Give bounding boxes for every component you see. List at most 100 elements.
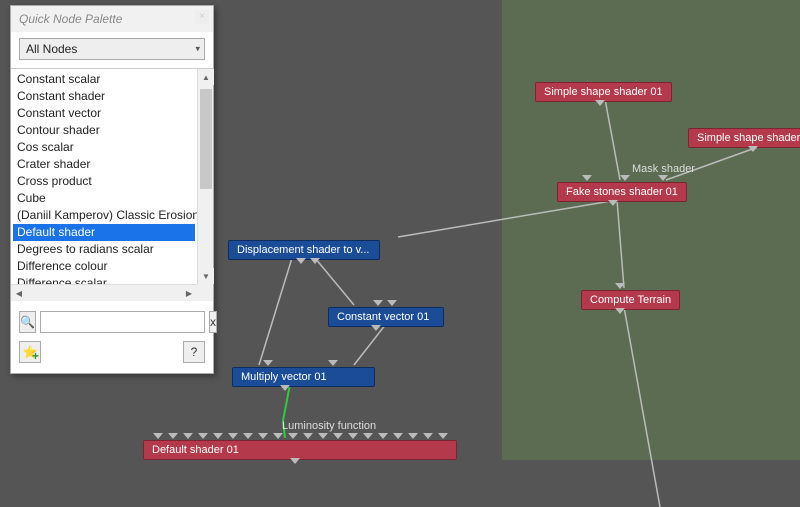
port-triangle-icon[interactable] — [310, 258, 320, 264]
list-item[interactable]: Constant shader — [13, 88, 195, 105]
palette-title: Quick Node Palette — [19, 12, 122, 26]
node-simple-shape-1[interactable]: Simple shape shader 01 — [535, 82, 672, 102]
port-triangle-icon[interactable] — [168, 433, 178, 439]
port-triangle-icon[interactable] — [333, 433, 343, 439]
port-triangle-icon[interactable] — [228, 433, 238, 439]
node-ports — [748, 146, 758, 152]
palette-footer: ⭐ + ? — [11, 337, 213, 373]
node-label: Simple shape shader — [697, 132, 800, 144]
port-triangle-icon[interactable] — [263, 360, 273, 366]
port-triangle-icon[interactable] — [582, 175, 592, 181]
list-item[interactable]: Crater shader — [13, 156, 195, 173]
port-triangle-icon[interactable] — [318, 433, 328, 439]
port-triangle-icon[interactable] — [620, 175, 630, 181]
node-ports — [615, 308, 625, 314]
list-item[interactable]: (Daniil Kamperov) Classic Erosion — [13, 207, 195, 224]
node-ports — [280, 385, 290, 391]
port-triangle-icon[interactable] — [393, 433, 403, 439]
port-triangle-icon[interactable] — [153, 433, 163, 439]
port-triangle-icon[interactable] — [243, 433, 253, 439]
port-triangle-icon[interactable] — [595, 100, 605, 106]
scroll-thumb[interactable] — [200, 89, 212, 189]
help-button[interactable]: ? — [183, 341, 205, 363]
clear-search-button[interactable]: x — [209, 311, 217, 333]
node-multiply-vector[interactable]: Multiply vector 01 — [232, 367, 375, 387]
search-input[interactable] — [40, 311, 205, 333]
port-triangle-icon[interactable] — [615, 283, 625, 289]
quick-node-palette: Quick Node Palette × All Nodes ▾ Constan… — [10, 5, 214, 374]
port-triangle-icon[interactable] — [408, 433, 418, 439]
port-triangle-icon[interactable] — [290, 458, 300, 464]
port-triangle-icon[interactable] — [296, 258, 306, 264]
list-item[interactable]: Constant scalar — [13, 71, 195, 88]
node-ports — [570, 175, 680, 181]
port-triangle-icon[interactable] — [183, 433, 193, 439]
port-triangle-icon[interactable] — [363, 433, 373, 439]
node-label: Simple shape shader 01 — [544, 86, 663, 98]
list-item[interactable]: Default shader — [13, 224, 195, 241]
port-triangle-icon[interactable] — [438, 433, 448, 439]
node-compute-terrain[interactable]: Compute Terrain — [581, 290, 680, 310]
palette-dropdown-row: All Nodes ▾ — [11, 32, 213, 68]
node-ports — [240, 360, 360, 366]
scroll-down-icon[interactable]: ▼ — [198, 268, 214, 284]
node-ports — [248, 258, 368, 264]
port-triangle-icon[interactable] — [748, 146, 758, 152]
port-triangle-icon[interactable] — [615, 308, 625, 314]
port-triangle-icon[interactable] — [328, 360, 338, 366]
list-item[interactable]: Degrees to radians scalar — [13, 241, 195, 258]
port-triangle-icon[interactable] — [288, 433, 298, 439]
node-label: Fake stones shader 01 — [566, 186, 678, 198]
scroll-right-icon[interactable]: ▶ — [181, 285, 197, 301]
node-constant-vector[interactable]: Constant vector 01 — [328, 307, 444, 327]
dropdown-value: All Nodes — [26, 42, 77, 56]
port-triangle-icon[interactable] — [258, 433, 268, 439]
search-row: 🔍 x — [11, 300, 213, 337]
node-list-viewport[interactable]: Constant scalarConstant shaderConstant v… — [11, 69, 197, 284]
port-triangle-icon[interactable] — [373, 300, 383, 306]
node-ports — [150, 433, 450, 439]
port-triangle-icon[interactable] — [198, 433, 208, 439]
node-simple-shape-2[interactable]: Simple shape shader — [688, 128, 800, 148]
node-list: Constant scalarConstant shaderConstant v… — [11, 68, 213, 300]
node-category-dropdown[interactable]: All Nodes ▾ — [19, 38, 205, 60]
list-item[interactable]: Difference scalar — [13, 275, 195, 284]
list-item[interactable]: Contour shader — [13, 122, 195, 139]
list-item[interactable]: Cube — [13, 190, 195, 207]
port-triangle-icon[interactable] — [280, 385, 290, 391]
port-triangle-icon[interactable] — [378, 433, 388, 439]
port-triangle-icon[interactable] — [303, 433, 313, 439]
horizontal-scrollbar[interactable]: ◀ ▶ — [11, 284, 197, 300]
node-default-shader[interactable]: Default shader 01 — [143, 440, 457, 460]
port-triangle-icon[interactable] — [608, 200, 618, 206]
port-triangle-icon[interactable] — [348, 433, 358, 439]
plus-icon: + — [32, 349, 39, 363]
list-item[interactable]: Cross product — [13, 173, 195, 190]
list-item[interactable]: Difference colour — [13, 258, 195, 275]
list-item[interactable]: Cos scalar — [13, 139, 195, 156]
scroll-left-icon[interactable]: ◀ — [11, 285, 27, 301]
node-ports — [371, 325, 381, 331]
node-label: Compute Terrain — [590, 294, 671, 306]
node-label: Displacement shader to v... — [237, 244, 369, 256]
group-region — [502, 0, 800, 460]
port-triangle-icon[interactable] — [658, 175, 668, 181]
scroll-up-icon[interactable]: ▲ — [198, 69, 214, 85]
port-label: Mask shader — [632, 163, 695, 175]
port-triangle-icon[interactable] — [423, 433, 433, 439]
node-label: Default shader 01 — [152, 444, 239, 456]
add-favorite-button[interactable]: ⭐ + — [19, 341, 41, 363]
search-button[interactable]: 🔍 — [19, 311, 36, 333]
node-ports — [340, 300, 430, 306]
chevron-down-icon: ▾ — [195, 44, 200, 55]
port-triangle-icon[interactable] — [387, 300, 397, 306]
port-triangle-icon[interactable] — [371, 325, 381, 331]
list-item[interactable]: Constant vector — [13, 105, 195, 122]
vertical-scrollbar[interactable]: ▲ ▼ — [197, 69, 213, 284]
node-fake-stones[interactable]: Fake stones shader 01 — [557, 182, 687, 202]
port-label: Luminosity function — [282, 420, 376, 432]
port-triangle-icon[interactable] — [213, 433, 223, 439]
port-triangle-icon[interactable] — [273, 433, 283, 439]
close-button[interactable]: × — [195, 10, 209, 24]
node-displacement-shader[interactable]: Displacement shader to v... — [228, 240, 380, 260]
